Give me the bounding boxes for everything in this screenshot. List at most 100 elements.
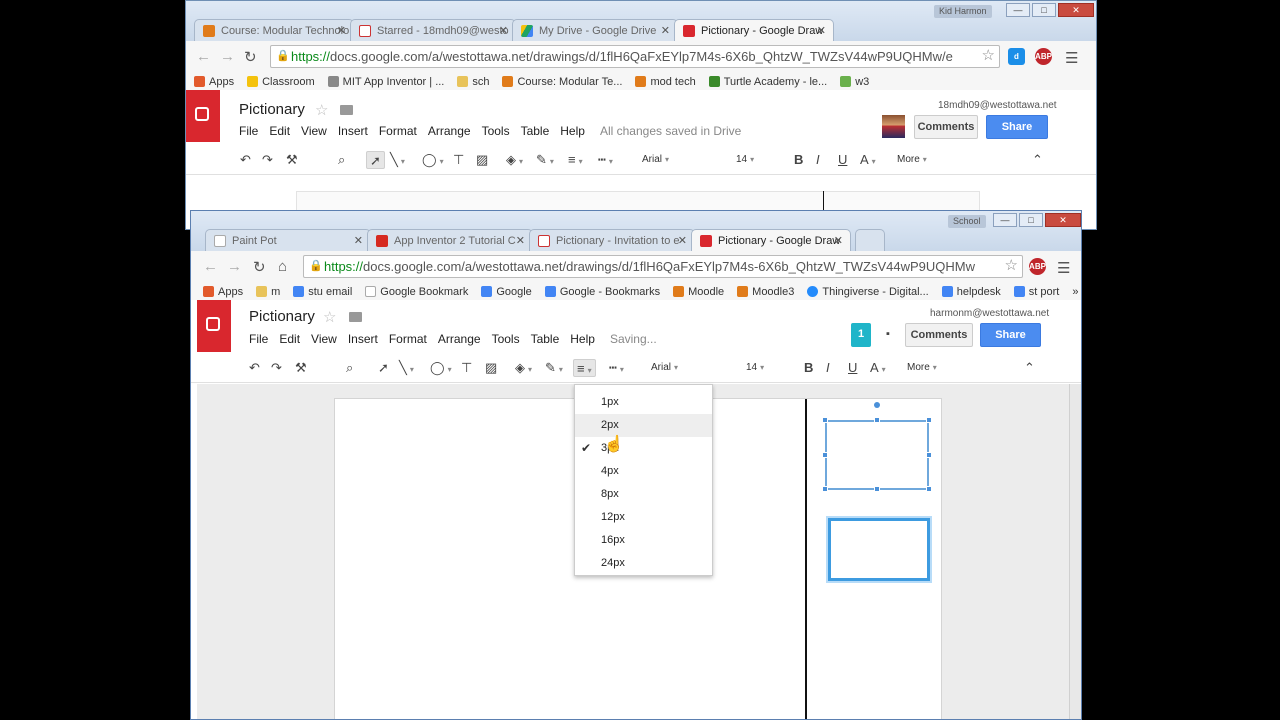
bookmark-item[interactable]: Google - Bookmarks [544, 283, 660, 300]
close-icon[interactable]: ✕ [1045, 213, 1081, 227]
maximize-icon[interactable]: □ [1032, 3, 1056, 17]
bookmark-item[interactable]: Turtle Academy - le... [708, 73, 827, 90]
line-weight-option[interactable]: 12px [575, 506, 712, 529]
menu-table[interactable]: Table [531, 332, 560, 346]
underline-icon[interactable]: U [838, 151, 847, 169]
more-button[interactable]: More [907, 359, 937, 377]
collapse-icon[interactable]: ⌃ [1032, 151, 1043, 169]
tab-pictionary[interactable]: Pictionary - Google Draw ✕ [691, 229, 851, 251]
comments-button[interactable]: Comments [905, 323, 973, 347]
chrome-menu-icon[interactable]: ☰ [1057, 259, 1070, 277]
resize-handle[interactable] [822, 486, 828, 492]
menu-edit[interactable]: Edit [279, 332, 300, 346]
menu-arrange[interactable]: Arrange [438, 332, 481, 346]
back-icon[interactable]: ← [203, 258, 218, 275]
avatar[interactable] [882, 115, 905, 138]
text-box-icon[interactable]: ⊤ [461, 359, 472, 377]
resize-handle[interactable] [822, 417, 828, 423]
tab-app-inventor[interactable]: App Inventor 2 Tutorial C ✕ [367, 229, 533, 251]
bookmark-item[interactable]: mod tech [635, 73, 696, 90]
bold-icon[interactable]: B [794, 151, 803, 169]
reload-icon[interactable]: ↻ [253, 258, 266, 276]
collapse-icon[interactable]: ⌃ [1024, 359, 1035, 377]
bookmark-item[interactable]: MIT App Inventor | ... [327, 73, 444, 90]
menu-insert[interactable]: Insert [338, 124, 368, 138]
more-button[interactable]: More [897, 151, 927, 169]
select-icon[interactable]: ➚ [378, 359, 389, 377]
line-color-icon[interactable]: ✎ [545, 359, 563, 377]
bookmark-star-icon[interactable]: ☆ [1005, 256, 1018, 276]
thick-rectangle[interactable] [828, 518, 930, 581]
address-bar[interactable]: 🔒 https://docs.google.com/a/westottawa.n… [303, 255, 1023, 278]
close-tab-icon[interactable]: ✕ [516, 230, 525, 251]
line-icon[interactable]: ╲ [390, 151, 405, 169]
undo-icon[interactable]: ↶ [249, 359, 260, 377]
resize-handle[interactable] [926, 486, 932, 492]
account-email[interactable]: harmonm@westottawa.net [930, 308, 1049, 319]
bookmark-item[interactable]: m [256, 283, 280, 300]
resize-handle[interactable] [926, 452, 932, 458]
image-icon[interactable]: ▨ [476, 151, 488, 169]
account-email[interactable]: 18mdh09@westottawa.net [938, 100, 1057, 111]
shape-icon[interactable]: ◯ [422, 151, 444, 169]
folder-icon[interactable] [349, 312, 362, 322]
undo-icon[interactable]: ↶ [240, 151, 251, 169]
adblock-icon[interactable]: ABP [1035, 48, 1052, 65]
line-weight-option[interactable]: 2px [575, 414, 712, 437]
maximize-icon[interactable]: □ [1019, 213, 1043, 227]
menu-file[interactable]: File [249, 332, 268, 346]
bookmarks-overflow-icon[interactable]: » [1072, 283, 1078, 300]
menu-format[interactable]: Format [389, 332, 427, 346]
tab-starred[interactable]: Starred - 18mdh09@westo ✕ [350, 19, 516, 41]
forward-icon[interactable]: → [227, 258, 242, 275]
italic-icon[interactable]: I [816, 151, 820, 169]
line-color-icon[interactable]: ✎ [536, 151, 554, 169]
close-icon[interactable]: ✕ [1058, 3, 1094, 17]
close-tab-icon[interactable]: ✕ [337, 20, 346, 41]
forward-icon[interactable]: → [220, 48, 235, 65]
bold-icon[interactable]: B [804, 359, 813, 377]
line-weight-option[interactable]: 1px [575, 391, 712, 414]
doc-title[interactable]: Pictionary [249, 308, 315, 325]
line-weight-option-selected[interactable]: ✔ 3px [575, 437, 712, 460]
zoom-icon[interactable]: ⌕ [338, 151, 345, 169]
menu-format[interactable]: Format [379, 124, 417, 138]
close-tab-icon[interactable]: ✕ [834, 230, 843, 251]
image-icon[interactable]: ▨ [485, 359, 497, 377]
text-color-icon[interactable]: A [870, 359, 886, 377]
bookmark-item[interactable]: Apps [194, 73, 234, 90]
star-icon[interactable]: ☆ [323, 308, 336, 326]
drawn-line[interactable] [805, 399, 807, 719]
bookmark-item[interactable]: Thingiverse - Digital... [807, 283, 929, 300]
menu-table[interactable]: Table [521, 124, 550, 138]
line-weight-icon[interactable]: ≡ [568, 151, 583, 169]
close-tab-icon[interactable]: ✕ [817, 20, 826, 41]
menu-view[interactable]: View [311, 332, 337, 346]
new-tab-button[interactable] [855, 229, 885, 251]
bookmark-item[interactable]: sch [457, 73, 489, 90]
resize-handle[interactable] [926, 417, 932, 423]
selected-rectangle[interactable] [825, 420, 929, 490]
share-button[interactable]: Share [986, 115, 1048, 139]
close-tab-icon[interactable]: ✕ [499, 20, 508, 41]
resize-handle[interactable] [822, 452, 828, 458]
line-dash-icon[interactable]: ┅ [598, 151, 613, 169]
text-color-icon[interactable]: A [860, 151, 876, 169]
menu-arrange[interactable]: Arrange [428, 124, 471, 138]
resize-handle[interactable] [874, 486, 880, 492]
bookmark-item[interactable]: stu email [293, 283, 352, 300]
resize-handle[interactable] [874, 417, 880, 423]
redo-icon[interactable]: ↷ [262, 151, 273, 169]
share-button[interactable]: Share [980, 323, 1041, 347]
bookmark-star-icon[interactable]: ☆ [982, 46, 995, 66]
viewer-count-badge[interactable]: 1 [851, 323, 871, 347]
drawings-logo-icon[interactable] [186, 90, 220, 142]
line-weight-icon[interactable]: ≡ [573, 359, 596, 377]
bookmark-item[interactable]: helpdesk [941, 283, 1001, 300]
fill-color-icon[interactable]: ◈ [515, 359, 532, 377]
back-icon[interactable]: ← [196, 48, 211, 65]
menu-tools[interactable]: Tools [482, 124, 510, 138]
line-weight-option[interactable]: 24px [575, 552, 712, 575]
font-select[interactable]: Arial [642, 151, 712, 169]
bookmark-item[interactable]: w3 [840, 73, 869, 90]
